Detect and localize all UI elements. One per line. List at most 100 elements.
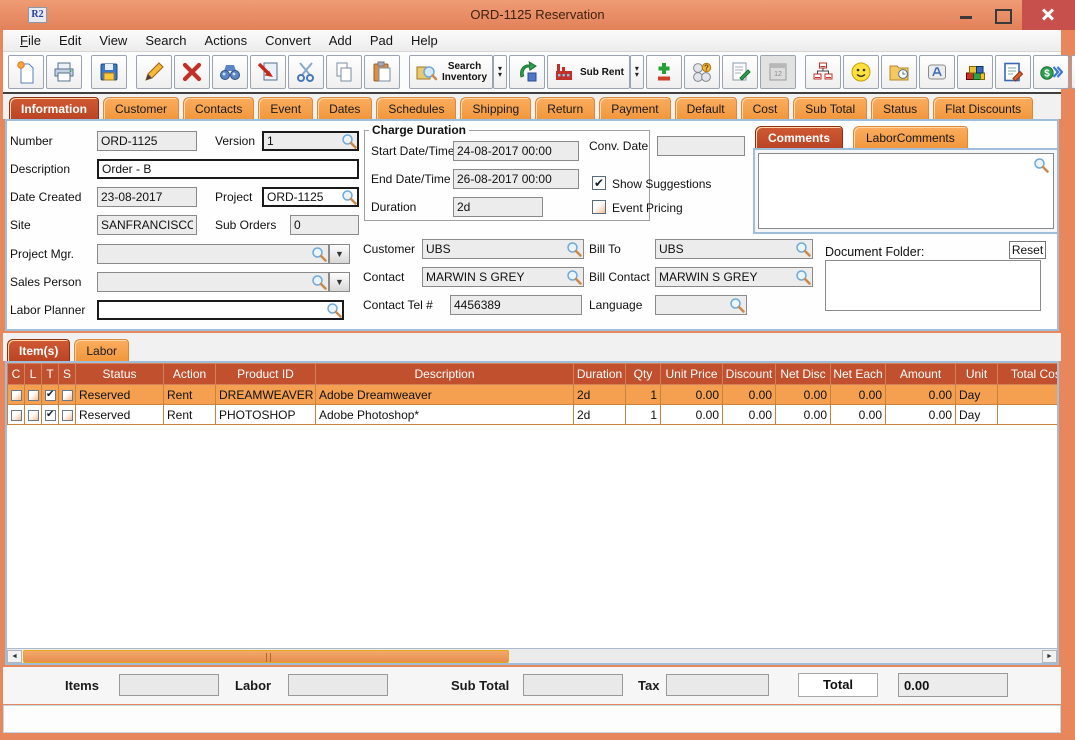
labor-planner-field[interactable] [97, 300, 344, 320]
find-button[interactable] [212, 55, 248, 89]
col-header-action[interactable]: Action [163, 363, 216, 385]
menu-edit[interactable]: Edit [50, 31, 90, 50]
duration-field[interactable] [453, 197, 543, 217]
cell-net-each[interactable]: 0.00 [830, 384, 886, 405]
notes-button[interactable] [721, 55, 758, 89]
inventory-blocks-button[interactable] [956, 55, 993, 89]
cell-net-disc[interactable]: 0.00 [775, 404, 831, 425]
new-document-button[interactable] [8, 55, 44, 89]
cell-description[interactable]: Adobe Dreamweaver [315, 384, 574, 405]
menu-search[interactable]: Search [136, 31, 195, 50]
show-suggestions-checkbox[interactable] [592, 176, 606, 190]
comments-textarea[interactable] [758, 153, 1054, 229]
col-header-description[interactable]: Description [315, 363, 574, 385]
search-icon[interactable] [341, 189, 357, 205]
edit-document-button[interactable] [994, 55, 1031, 89]
cell-duration[interactable]: 2d [573, 404, 626, 425]
cell-net-disc[interactable]: 0.00 [775, 384, 831, 405]
start-date-field[interactable] [453, 141, 579, 161]
sales-person-dropdown[interactable]: ▼ [329, 272, 350, 292]
cell-net-each[interactable]: 0.00 [830, 404, 886, 425]
menu-help[interactable]: Help [402, 31, 447, 50]
row-checkbox-l[interactable] [28, 409, 39, 421]
search-icon[interactable] [1033, 157, 1049, 173]
bill-to-field[interactable] [655, 239, 813, 259]
total-field[interactable] [898, 673, 1008, 697]
sub-rent-dropdown[interactable]: ▾ ▾ [629, 55, 644, 89]
close-icon[interactable] [1022, 0, 1075, 30]
group-availability-button[interactable]: ? [683, 55, 720, 89]
document-folder-box[interactable] [825, 260, 1041, 311]
maximize-icon[interactable] [987, 0, 1015, 30]
search-inventory-dropdown[interactable]: ▾ ▾ [493, 55, 508, 89]
sub-rent-button[interactable]: Sub Rent [547, 55, 630, 89]
items-total-field[interactable] [119, 674, 219, 696]
search-icon[interactable] [326, 302, 342, 318]
tab-contacts[interactable]: Contacts [183, 97, 255, 119]
cell-discount[interactable]: 0.00 [722, 404, 776, 425]
menu-actions[interactable]: Actions [196, 31, 257, 50]
tab-status[interactable]: Status [871, 97, 930, 119]
search-icon[interactable] [729, 297, 745, 313]
customer-field[interactable] [422, 239, 584, 259]
save-button[interactable] [91, 55, 127, 89]
sub-total-field[interactable] [523, 674, 623, 696]
transfer-order-button[interactable] [250, 55, 286, 89]
search-inventory-button[interactable]: Search Inventory [409, 55, 494, 89]
scroll-left-arrow-icon[interactable]: ◄ [7, 650, 22, 663]
minimize-icon[interactable] [952, 0, 980, 30]
tab-dates[interactable]: Dates [317, 97, 373, 119]
tab-default[interactable]: Default [674, 97, 737, 119]
print-button[interactable] [46, 55, 82, 89]
search-icon[interactable] [341, 133, 357, 149]
menu-pad[interactable]: Pad [361, 31, 402, 50]
table-row[interactable]: Reserved Rent PHOTOSHOP Adobe Photoshop*… [7, 404, 1057, 425]
cell-action[interactable]: Rent [163, 384, 216, 405]
tab-shipping[interactable]: Shipping [460, 97, 532, 119]
tab-schedules[interactable]: Schedules [376, 97, 457, 119]
col-header-net-each[interactable]: Net Each [830, 363, 886, 385]
cell-unit-price[interactable]: 0.00 [660, 404, 723, 425]
menu-view[interactable]: View [90, 31, 136, 50]
tab-customer[interactable]: Customer [103, 97, 180, 119]
cell-duration[interactable]: 2d [573, 384, 626, 405]
search-icon[interactable] [311, 274, 327, 290]
row-checkbox-c[interactable] [11, 409, 22, 421]
tab-items[interactable]: Item(s) [7, 339, 71, 361]
sub-orders-field[interactable] [290, 215, 359, 235]
invoice-note-button[interactable]: $ [1070, 55, 1075, 89]
cell-amount[interactable]: 0.00 [885, 384, 956, 405]
col-header-net-disc[interactable]: Net Disc [775, 363, 831, 385]
tab-flat-discounts[interactable]: Flat Discounts [933, 97, 1034, 119]
project-mgr-field[interactable] [97, 244, 329, 264]
customer-smiley-button[interactable] [842, 55, 879, 89]
cell-discount[interactable]: 0.00 [722, 384, 776, 405]
reset-button[interactable]: Reset [1009, 241, 1046, 259]
col-header-total-cost[interactable]: Total Cost [997, 363, 1057, 385]
event-pricing-checkbox[interactable] [592, 200, 606, 214]
sales-person-field[interactable] [97, 272, 329, 292]
copy-button[interactable] [326, 55, 362, 89]
search-icon[interactable] [566, 241, 582, 257]
tab-labor[interactable]: Labor [74, 339, 130, 361]
cell-qty[interactable]: 1 [625, 384, 661, 405]
menu-convert[interactable]: Convert [256, 31, 320, 50]
contact-field[interactable] [422, 267, 584, 287]
folder-history-button[interactable] [880, 55, 917, 89]
bill-contact-field[interactable] [655, 267, 813, 287]
quick-invoice-button[interactable]: $ [1032, 55, 1069, 89]
col-header-t[interactable]: T [41, 363, 59, 385]
search-icon[interactable] [795, 241, 811, 257]
cell-unit[interactable]: Day [955, 404, 998, 425]
add-remove-item-button[interactable] [645, 55, 682, 89]
cell-status[interactable]: Reserved [75, 404, 164, 425]
col-header-unit-price[interactable]: Unit Price [660, 363, 723, 385]
row-checkbox-t[interactable] [45, 389, 56, 401]
cell-description[interactable]: Adobe Photoshop* [315, 404, 574, 425]
site-field[interactable] [97, 215, 197, 235]
cell-action[interactable]: Rent [163, 404, 216, 425]
cut-button[interactable] [288, 55, 324, 89]
tab-cost[interactable]: Cost [740, 97, 790, 119]
search-icon[interactable] [795, 269, 811, 285]
conv-date-field[interactable] [657, 136, 745, 156]
